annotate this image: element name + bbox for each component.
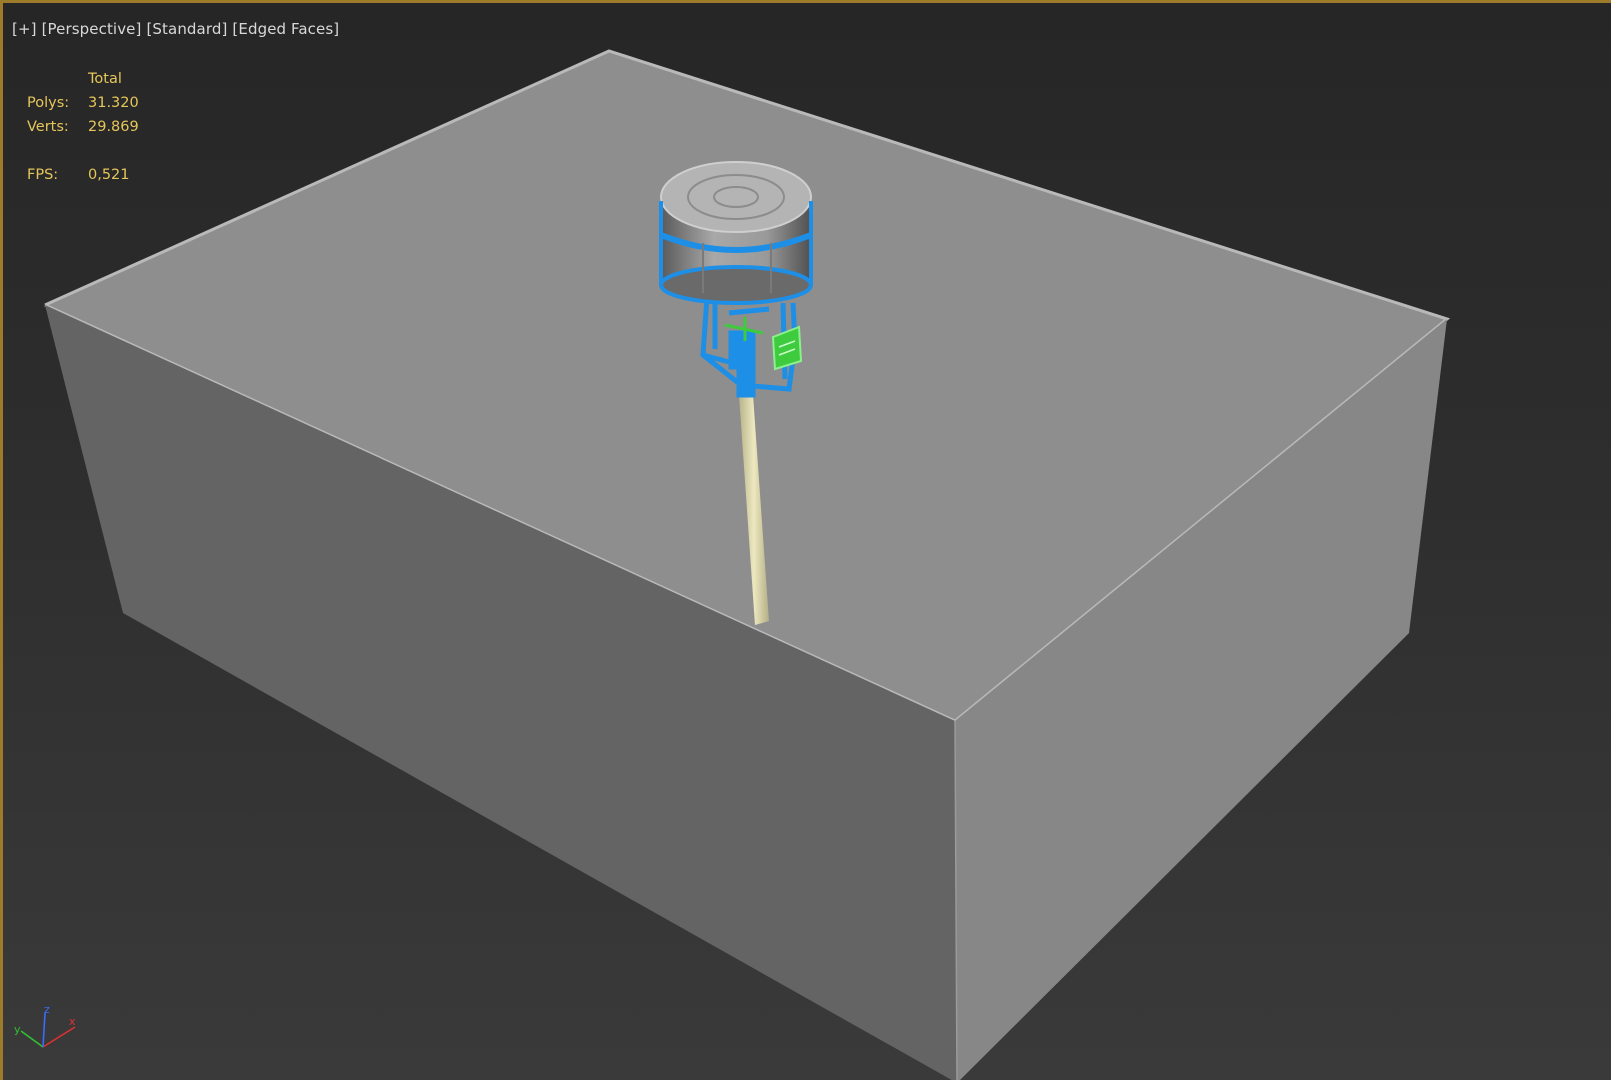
tank-cylinder[interactable]	[659, 161, 813, 305]
viewport-shading-menu[interactable]: [Standard]	[146, 20, 227, 38]
stats-fps-label: FPS:	[27, 167, 59, 183]
axis-z-line	[42, 1012, 46, 1048]
scene-3d[interactable]	[3, 3, 1611, 1080]
axis-tripod-icon: x y z	[14, 1003, 76, 1048]
viewport-label-menu[interactable]: [+] [Perspective] [Standard] [Edged Faces]	[12, 20, 339, 38]
stats-polys-label: Polys:	[27, 95, 70, 111]
viewport-perspective[interactable]: [+] [Perspective] [Standard] [Edged Faces] …	[0, 0, 1611, 1080]
axis-y-label: y	[14, 1023, 21, 1036]
viewport-view-menu[interactable]: [Perspective]	[42, 20, 142, 38]
stats-verts-label: Verts:	[27, 119, 69, 135]
stats-verts-value: 29.869	[88, 119, 139, 135]
axis-x-label: x	[69, 1015, 76, 1028]
stats-polys-value: 31.320	[88, 95, 139, 111]
axis-z-label: z	[44, 1003, 50, 1016]
axis-y-line	[20, 1030, 44, 1048]
axis-x-line	[42, 1026, 76, 1048]
stats-total-header: Total	[88, 71, 122, 87]
viewport-edges-menu[interactable]: [Edged Faces]	[232, 20, 339, 38]
stats-fps-value: 0,521	[88, 167, 130, 183]
viewport-plus-menu[interactable]: [+]	[12, 20, 37, 38]
